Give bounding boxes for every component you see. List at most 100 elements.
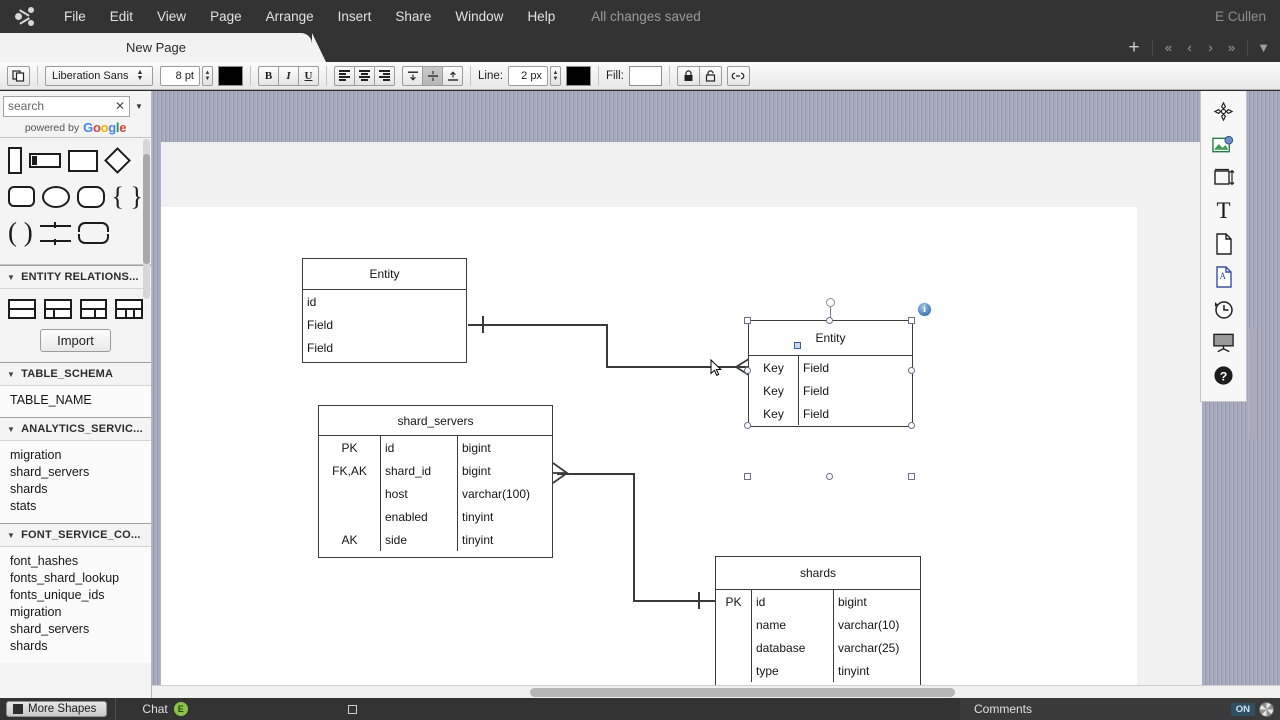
palette-scrollbar[interactable] — [143, 139, 150, 299]
erd-shape-3[interactable] — [80, 299, 108, 319]
next-page-button[interactable]: › — [1200, 40, 1221, 55]
menu-view[interactable]: View — [145, 0, 198, 33]
first-page-button[interactable]: « — [1158, 40, 1179, 55]
list-item[interactable]: font_hashes — [10, 553, 151, 570]
menu-arrange[interactable]: Arrange — [254, 0, 326, 33]
shape-rounded-rect[interactable] — [8, 186, 35, 207]
resize-handle-n[interactable] — [826, 317, 833, 324]
fill-color-swatch[interactable] — [629, 66, 662, 86]
align-left-button[interactable] — [334, 66, 355, 86]
unlock-button[interactable] — [699, 66, 722, 86]
import-button[interactable]: Import — [40, 329, 111, 352]
tab-new-page[interactable]: New Page — [0, 33, 312, 62]
resize-handle-s[interactable] — [826, 473, 833, 480]
list-item[interactable]: stats — [10, 498, 151, 515]
resize-handle-e2[interactable] — [908, 422, 915, 429]
page-menu-button[interactable]: ▼ — [1253, 40, 1274, 55]
underline-button[interactable]: U — [298, 66, 319, 86]
horizontal-scrollbar-thumb[interactable] — [530, 688, 955, 697]
tool-help[interactable]: ? — [1207, 359, 1241, 392]
user-name[interactable]: E Cullen — [1215, 0, 1266, 33]
shape-braces[interactable]: { } — [112, 187, 143, 207]
sidebar-section-table-schema[interactable]: ▼ TABLE_SCHEMA — [0, 362, 151, 386]
italic-button[interactable]: I — [278, 66, 299, 86]
align-center-button[interactable] — [354, 66, 375, 86]
chat-panel-strip[interactable]: Chat E — [142, 702, 369, 716]
tool-target[interactable] — [1207, 95, 1241, 128]
list-item[interactable]: migration — [10, 604, 151, 621]
sidebar-section-analytics-service[interactable]: ▼ ANALYTICS_SERVIC... — [0, 417, 151, 441]
line-color-swatch[interactable] — [566, 66, 591, 86]
info-badge-icon[interactable]: i — [917, 302, 932, 317]
connector-1-seg-v[interactable] — [606, 324, 608, 368]
clear-search-icon[interactable]: ✕ — [115, 99, 125, 113]
avatar[interactable]: E — [174, 702, 188, 716]
tool-document[interactable] — [1207, 227, 1241, 260]
last-page-button[interactable]: » — [1221, 40, 1242, 55]
list-item[interactable]: shards — [10, 638, 151, 655]
line-width-stepper[interactable]: ▲▼ — [550, 66, 561, 86]
prev-page-button[interactable]: ‹ — [1179, 40, 1200, 55]
list-item[interactable]: shard_servers — [10, 621, 151, 638]
connector-2-seg-v[interactable] — [633, 473, 635, 601]
more-shapes-button[interactable]: More Shapes — [6, 701, 107, 717]
valign-top-button[interactable] — [402, 66, 423, 86]
menu-share[interactable]: Share — [383, 0, 443, 33]
search-input[interactable]: search ✕ — [3, 96, 130, 117]
tool-presentation[interactable] — [1207, 326, 1241, 359]
resize-handle-ne[interactable] — [908, 317, 915, 324]
shape-split-rect[interactable] — [29, 153, 61, 168]
tool-resize[interactable] — [1207, 161, 1241, 194]
resize-handle-e[interactable] — [908, 367, 915, 374]
list-item[interactable]: shards — [10, 481, 151, 498]
font-family-select[interactable]: Liberation Sans ▲▼ — [45, 66, 153, 86]
menu-insert[interactable]: Insert — [326, 0, 384, 33]
resize-handle-se[interactable] — [908, 473, 915, 480]
search-options-chevron-down-icon[interactable]: ▼ — [130, 102, 148, 111]
sidebar-section-font-service[interactable]: ▼ FONT_SERVICE_CO... — [0, 523, 151, 547]
comments-toggle[interactable]: ON — [1231, 702, 1274, 717]
tool-text[interactable]: T — [1207, 194, 1241, 227]
font-color-swatch[interactable] — [218, 66, 243, 86]
resize-handle-w[interactable] — [744, 367, 751, 374]
list-item[interactable]: migration — [10, 447, 151, 464]
tool-image[interactable] — [1207, 128, 1241, 161]
shard-servers-table[interactable]: shard_servers PK FK,AK AK id shard_id ho… — [318, 405, 553, 558]
connector-1-seg-h1[interactable] — [468, 324, 608, 326]
add-page-button[interactable]: + — [1121, 37, 1147, 59]
diagram-canvas[interactable]: Entity id Field Field shard_servers PK F… — [152, 91, 1280, 698]
list-item[interactable]: shard_servers — [10, 464, 151, 481]
connector-1-seg-h2[interactable] — [606, 366, 745, 368]
align-right-button[interactable] — [374, 66, 395, 86]
erd-shape-1[interactable] — [8, 299, 36, 319]
valign-middle-button[interactable] — [422, 66, 443, 86]
style-copy-button[interactable] — [7, 66, 30, 86]
connector-2-seg-h2[interactable] — [633, 600, 716, 602]
chat-popout-icon[interactable] — [348, 705, 357, 714]
menu-file[interactable]: File — [52, 0, 98, 33]
gear-icon[interactable] — [1259, 702, 1274, 717]
tool-document-text[interactable]: A — [1207, 260, 1241, 293]
font-size-stepper[interactable]: ▲▼ — [202, 66, 213, 86]
shape-tall-rect[interactable] — [8, 147, 22, 174]
resize-handle-nw[interactable] — [744, 317, 751, 324]
shape-diamond[interactable] — [104, 147, 131, 174]
column-divider-handle[interactable] — [794, 342, 801, 349]
app-logo[interactable] — [0, 0, 52, 33]
tool-history[interactable] — [1207, 293, 1241, 326]
line-width-input[interactable]: 2 px — [508, 66, 548, 86]
menu-edit[interactable]: Edit — [98, 0, 145, 33]
list-item[interactable]: fonts_shard_lookup — [10, 570, 151, 587]
shape-open-bracket-pair[interactable] — [78, 222, 109, 244]
list-item[interactable]: fonts_unique_ids — [10, 587, 151, 604]
comments-panel-strip[interactable]: Comments ON — [960, 698, 1280, 720]
shape-ellipse[interactable] — [42, 186, 70, 208]
shards-table[interactable]: shards PK id name database type bigint v… — [715, 556, 921, 698]
erd-shape-4[interactable] — [115, 299, 143, 319]
list-item[interactable]: TABLE_NAME — [10, 392, 151, 409]
horizontal-scrollbar-track[interactable] — [152, 685, 1280, 698]
font-size-input[interactable]: 8 pt — [160, 66, 200, 86]
sidebar-section-entity-relations[interactable]: ▼ ENTITY RELATIONS... — [0, 265, 151, 289]
resize-handle-sw[interactable] — [744, 473, 751, 480]
resize-handle-w2[interactable] — [744, 422, 751, 429]
